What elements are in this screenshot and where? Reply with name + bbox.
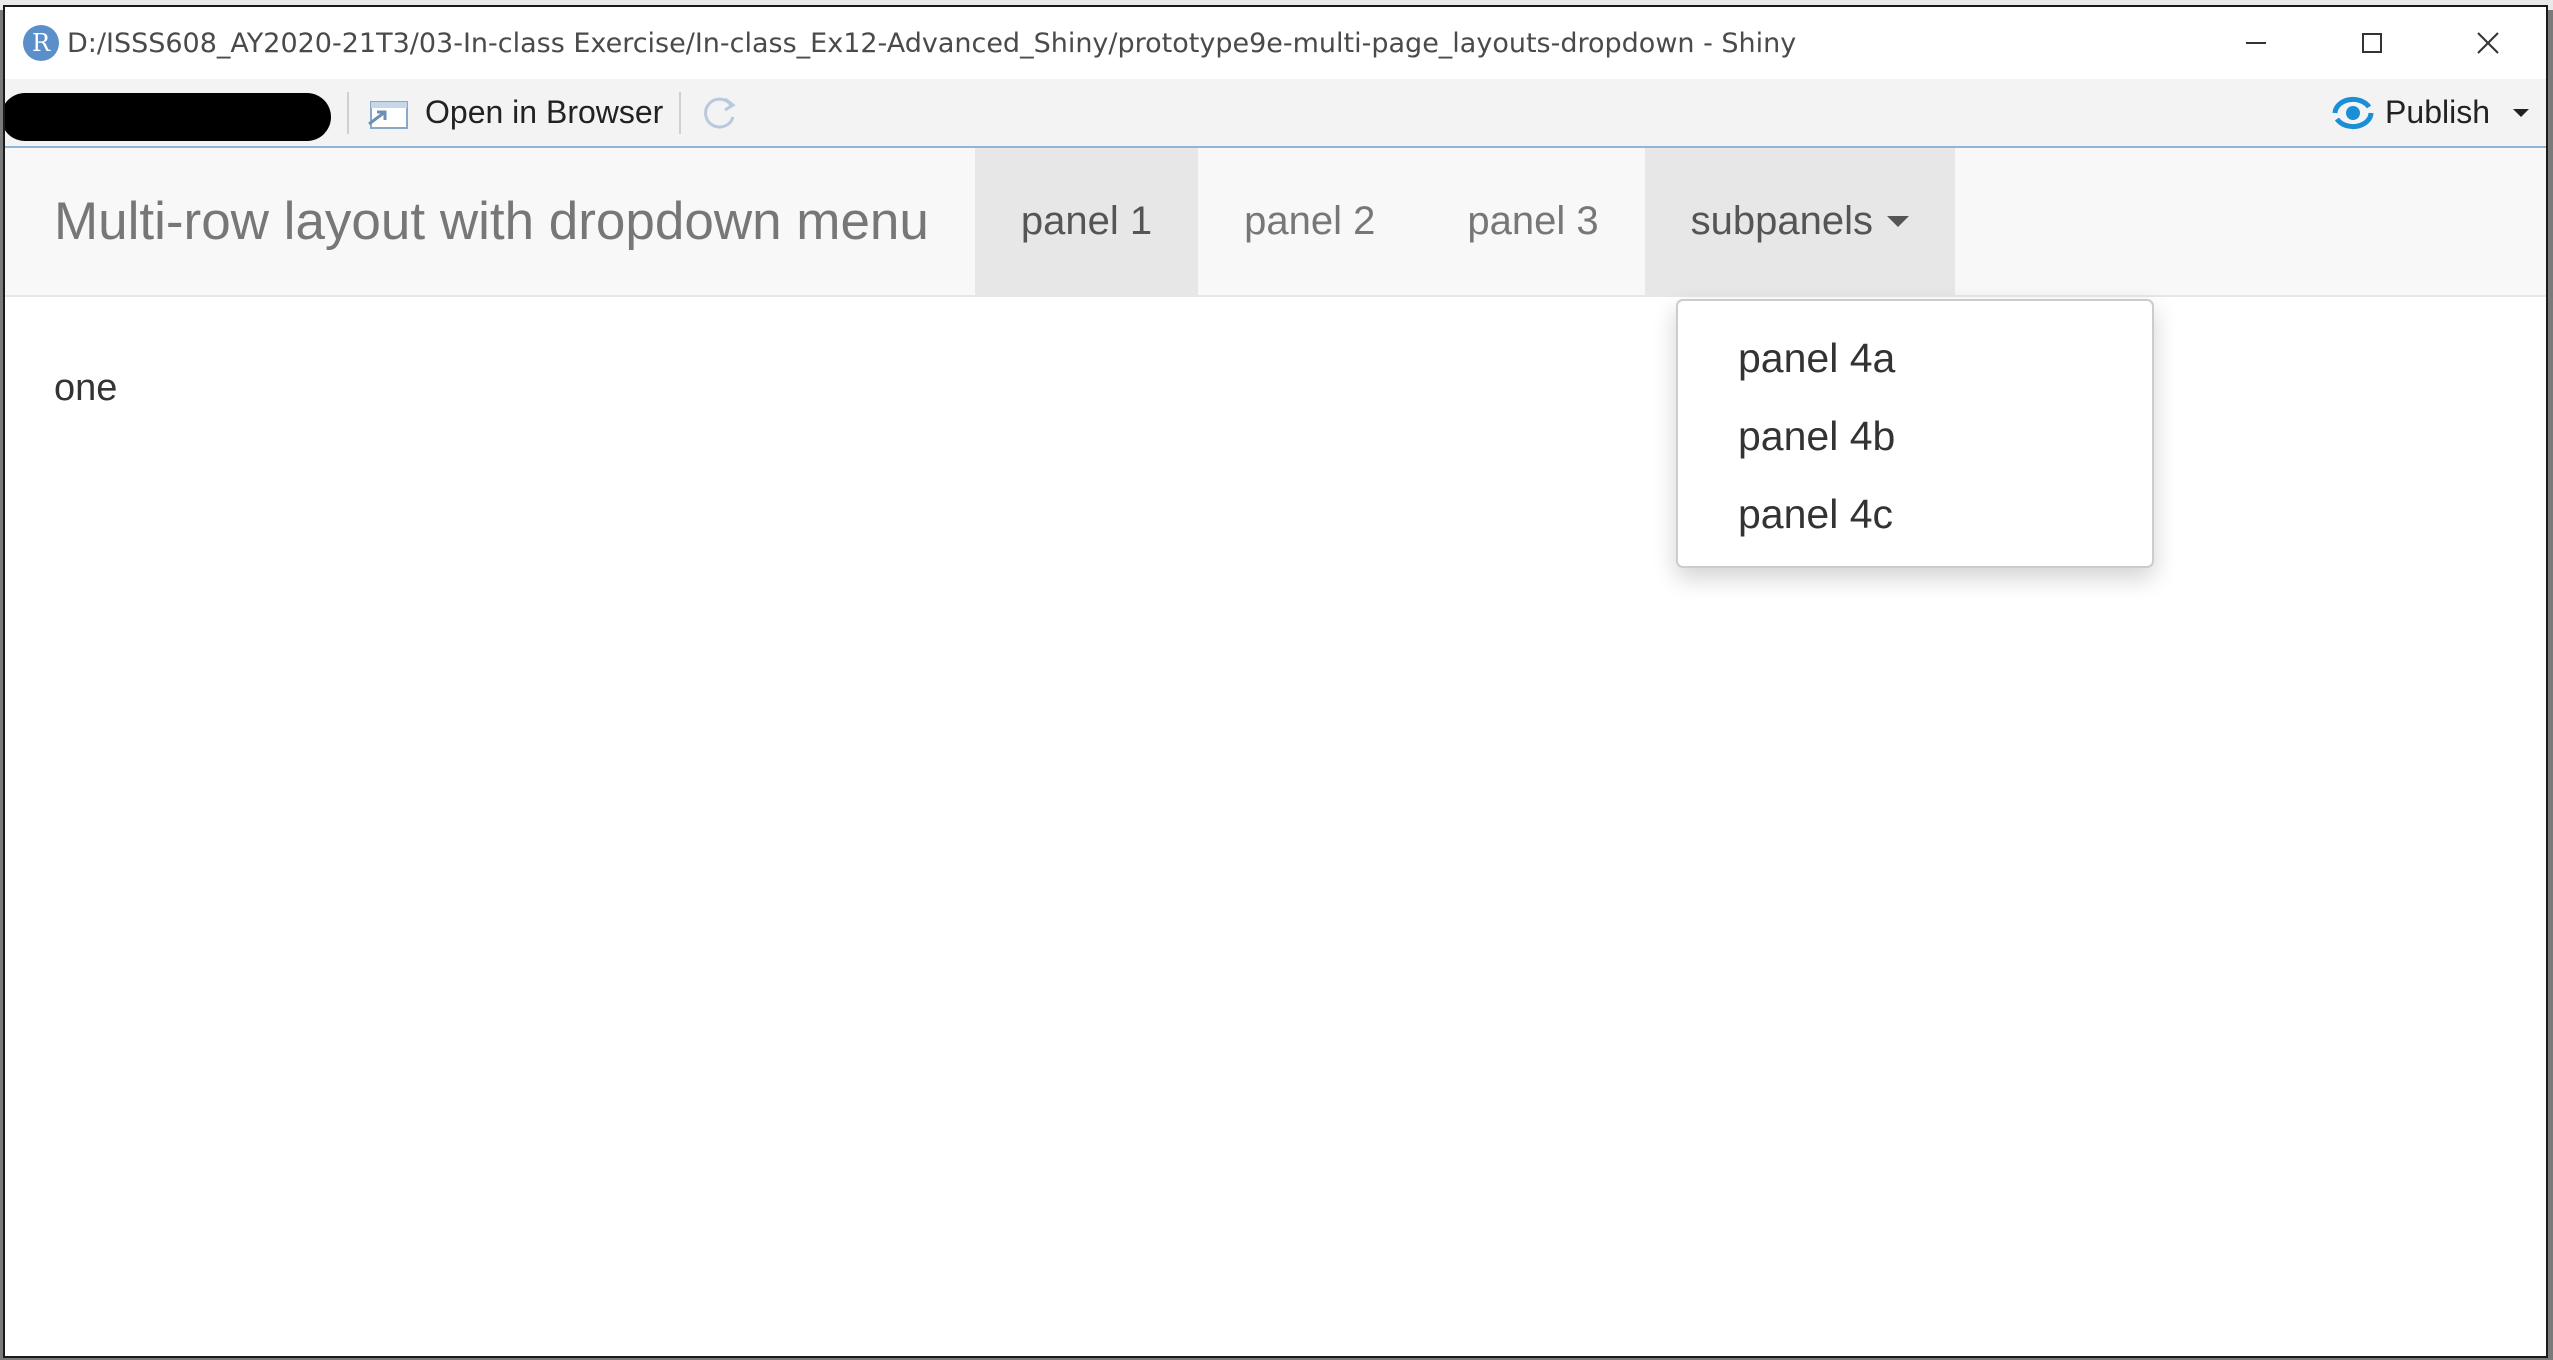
dropdown-item-panel-4b[interactable]: panel 4b	[1678, 397, 2152, 475]
open-in-browser-button[interactable]: Open in Browser	[365, 94, 663, 132]
tab-content-text: one	[54, 367, 118, 409]
refresh-button[interactable]	[697, 91, 741, 135]
open-in-browser-label: Open in Browser	[425, 94, 664, 130]
publish-button[interactable]: Publish	[2327, 79, 2532, 146]
tab-subpanels-label: subpanels	[1690, 199, 1873, 243]
window-controls	[2198, 7, 2546, 79]
redacted-region	[5, 92, 331, 141]
shiny-viewer-window: R D:/ISSS608_AY2020-21T3/03-In-class Exe…	[3, 5, 2548, 1358]
tab-panel-2[interactable]: panel 2	[1198, 148, 1421, 295]
tab-panel-1[interactable]: panel 1	[974, 148, 1199, 295]
viewer-toolbar: Open in Browser Publish	[5, 79, 2546, 148]
navbar: Multi-row layout with dropdown menu pane…	[5, 148, 2546, 297]
open-in-browser-icon	[368, 100, 408, 129]
title-bar: R D:/ISSS608_AY2020-21T3/03-In-class Exe…	[5, 7, 2546, 79]
close-icon	[2477, 32, 2499, 54]
toolbar-divider	[347, 91, 349, 134]
publish-icon	[2332, 96, 2374, 129]
publish-label: Publish	[2385, 94, 2490, 130]
dropdown-item-panel-4c[interactable]: panel 4c	[1678, 475, 2152, 553]
toolbar-divider	[679, 91, 682, 134]
maximize-button[interactable]	[2314, 7, 2430, 79]
subpanels-dropdown-menu: panel 4a panel 4b panel 4c	[1676, 299, 2154, 568]
maximize-icon	[2362, 33, 2382, 53]
minimize-button[interactable]	[2198, 7, 2314, 79]
caret-down-icon	[1886, 216, 1909, 227]
minimize-icon	[2246, 42, 2266, 44]
close-button[interactable]	[2430, 7, 2546, 79]
dropdown-item-panel-4a[interactable]: panel 4a	[1678, 319, 2152, 397]
window-title: D:/ISSS608_AY2020-21T3/03-In-class Exerc…	[67, 27, 1797, 59]
navbar-brand: Multi-row layout with dropdown menu	[54, 192, 929, 251]
r-logo-icon: R	[23, 25, 59, 61]
tab-subpanels-dropdown[interactable]: subpanels	[1644, 148, 1955, 295]
tab-panel-3[interactable]: panel 3	[1421, 148, 1644, 295]
chevron-down-icon[interactable]	[2510, 106, 2532, 120]
refresh-icon	[704, 97, 736, 129]
